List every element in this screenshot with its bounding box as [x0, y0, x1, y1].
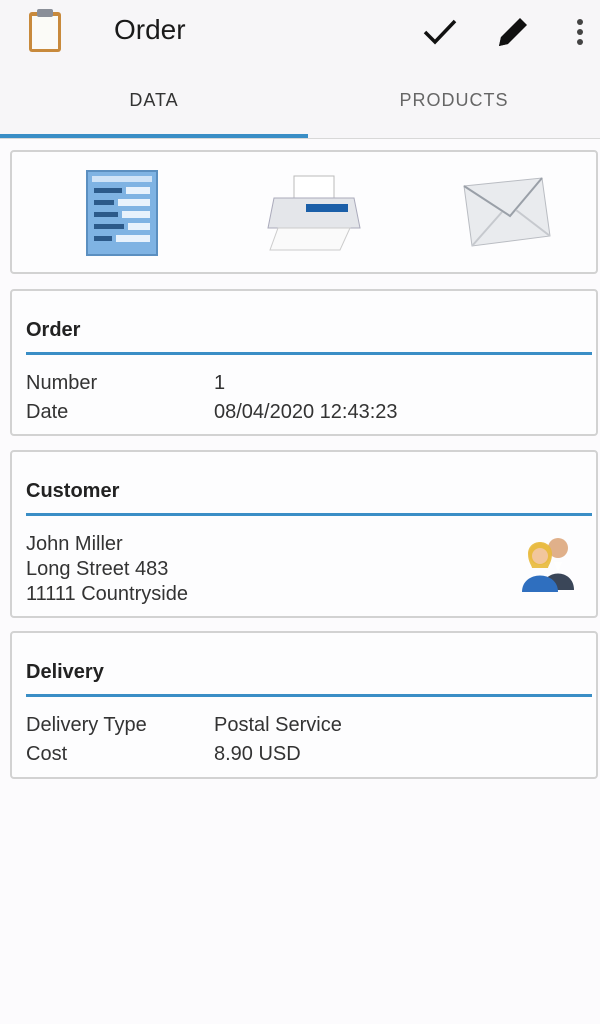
envelope-icon[interactable] — [462, 176, 552, 253]
order-heading: Order — [26, 319, 81, 341]
contacts-icon[interactable] — [518, 532, 582, 597]
order-number-value: 1 — [214, 372, 226, 394]
tab-data[interactable]: DATA — [0, 62, 308, 138]
check-icon[interactable] — [420, 12, 460, 52]
divider — [26, 694, 592, 697]
delivery-card: Delivery Delivery Type Postal Service Co… — [10, 631, 598, 779]
delivery-type-label: Delivery Type — [26, 714, 147, 736]
delivery-cost-label: Cost — [26, 743, 68, 765]
divider — [26, 513, 592, 516]
delivery-cost-value: 8.90 USD — [214, 743, 301, 765]
customer-card[interactable]: Customer John Miller Long Street 483 111… — [10, 450, 598, 618]
order-number-label: Number — [26, 372, 98, 394]
delivery-heading: Delivery — [26, 661, 104, 683]
pencil-icon[interactable] — [493, 12, 533, 52]
customer-name: John Miller — [26, 533, 123, 555]
customer-street: Long Street 483 — [26, 558, 169, 580]
more-vert-icon[interactable] — [562, 12, 598, 52]
actions-card — [10, 150, 598, 274]
customer-heading: Customer — [26, 480, 120, 502]
order-date-label: Date — [26, 401, 69, 423]
customer-city: 11111 Countryside — [26, 583, 188, 605]
tab-products[interactable]: PRODUCTS — [308, 62, 600, 138]
page-title: Order — [114, 14, 186, 45]
delivery-type-value: Postal Service — [214, 714, 342, 736]
order-date-value: 08/04/2020 12:43:23 — [214, 401, 398, 423]
printer-icon[interactable] — [266, 174, 362, 259]
form-icon[interactable] — [86, 170, 158, 261]
tab-indicator — [0, 134, 308, 138]
order-card: Order Number 1 Date 08/04/2020 12:43:23 — [10, 289, 598, 436]
app-bar: Order — [0, 0, 600, 62]
divider — [26, 352, 592, 355]
clipboard-icon[interactable] — [22, 6, 70, 54]
tab-bar: DATA PRODUCTS — [0, 62, 600, 139]
